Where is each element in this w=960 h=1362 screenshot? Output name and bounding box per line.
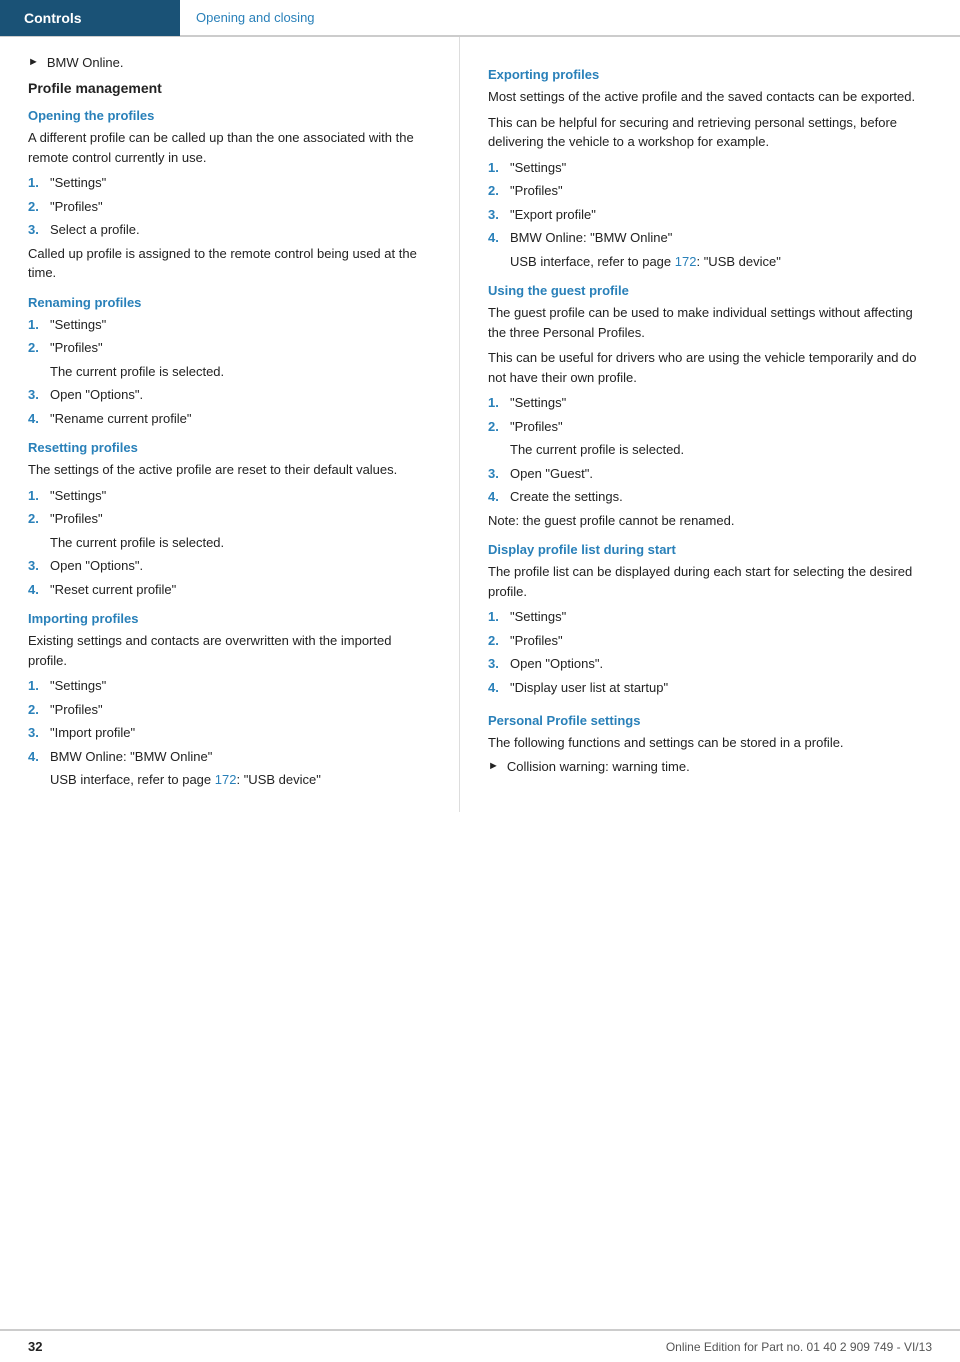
list-item: 4. "Display user list at startup" — [488, 678, 932, 698]
opening-note: Called up profile is assigned to the rem… — [28, 244, 431, 283]
guest-text2: This can be useful for drivers who are u… — [488, 348, 932, 387]
list-item: 3. Open "Options". — [28, 385, 431, 405]
exporting-usb: USB interface, refer to page 172: "USB d… — [510, 252, 932, 272]
opening-profiles-heading: Opening the profiles — [28, 108, 431, 123]
list-item: 3. Open "Options". — [28, 556, 431, 576]
list-item: 2. "Profiles" — [28, 509, 431, 529]
guest-profile-heading: Using the guest profile — [488, 283, 932, 298]
header-section-label: Opening and closing — [180, 0, 960, 36]
importing-usb: USB interface, refer to page 172: "USB d… — [50, 770, 431, 790]
exporting-steps-list: 1. "Settings" 2. "Profiles" 3. "Export p… — [488, 158, 932, 248]
footer-text: Online Edition for Part no. 01 40 2 909 … — [666, 1340, 932, 1354]
profile-management-heading: Profile management — [28, 80, 431, 96]
guest-steps-list: 1. "Settings" 2. "Profiles" — [488, 393, 932, 436]
importing-text: Existing settings and contacts are overw… — [28, 631, 431, 670]
list-item: 1. "Settings" — [28, 173, 431, 193]
list-item: 4. "Rename current profile" — [28, 409, 431, 429]
arrow-icon: ► — [28, 56, 39, 68]
list-item: 1. "Settings" — [488, 607, 932, 627]
page-footer: 32 Online Edition for Part no. 01 40 2 9… — [0, 1330, 960, 1362]
list-item: 1. "Settings" — [488, 393, 932, 413]
importing-steps-list: 1. "Settings" 2. "Profiles" 3. "Import p… — [28, 676, 431, 766]
exporting-usb-link[interactable]: 172 — [675, 254, 697, 269]
guest-note: Note: the guest profile cannot be rename… — [488, 511, 932, 531]
left-column: ► BMW Online. Profile management Opening… — [0, 37, 460, 812]
page-number: 32 — [28, 1339, 42, 1354]
collision-bullet: ► Collision warning: warning time. — [488, 759, 932, 774]
page-header: Controls Opening and closing — [0, 0, 960, 36]
exporting-text1: Most settings of the active profile and … — [488, 87, 932, 107]
arrow-icon: ► — [488, 760, 499, 772]
list-item: 3. Open "Guest". — [488, 464, 932, 484]
resetting-steps-list-2: 3. Open "Options". 4. "Reset current pro… — [28, 556, 431, 599]
list-item: 2. "Profiles" — [28, 700, 431, 720]
list-item: 3. "Export profile" — [488, 205, 932, 225]
list-item: 1. "Settings" — [28, 676, 431, 696]
list-item: 4. "Reset current profile" — [28, 580, 431, 600]
list-item: 4. BMW Online: "BMW Online" — [28, 747, 431, 767]
resetting-profiles-heading: Resetting profiles — [28, 440, 431, 455]
list-item: 3. "Import profile" — [28, 723, 431, 743]
bmw-online-text: BMW Online. — [47, 55, 124, 70]
display-heading: Display profile list during start — [488, 542, 932, 557]
list-item: 3. Open "Options". — [488, 654, 932, 674]
list-item: 2. "Profiles" — [488, 631, 932, 651]
right-column: Exporting profiles Most settings of the … — [460, 37, 960, 812]
importing-usb-link[interactable]: 172 — [215, 772, 237, 787]
exporting-text2: This can be helpful for securing and ret… — [488, 113, 932, 152]
renaming-steps-list-2: 3. Open "Options". 4. "Rename current pr… — [28, 385, 431, 428]
list-item: 2. "Profiles" — [28, 338, 431, 358]
list-item: 4. Create the settings. — [488, 487, 932, 507]
opening-steps-list: 1. "Settings" 2. "Profiles" 3. Select a … — [28, 173, 431, 240]
collision-text: Collision warning: warning time. — [507, 759, 690, 774]
importing-profiles-heading: Importing profiles — [28, 611, 431, 626]
renaming-steps-list: 1. "Settings" 2. "Profiles" — [28, 315, 431, 358]
bmw-online-bullet: ► BMW Online. — [28, 55, 431, 70]
resetting-steps-list: 1. "Settings" 2. "Profiles" — [28, 486, 431, 529]
resetting-sub-note: The current profile is selected. — [50, 533, 431, 553]
list-item: 2. "Profiles" — [28, 197, 431, 217]
renaming-sub-note: The current profile is selected. — [50, 362, 431, 382]
resetting-text: The settings of the active profile are r… — [28, 460, 431, 480]
list-item: 1. "Settings" — [488, 158, 932, 178]
guest-sub-note: The current profile is selected. — [510, 440, 932, 460]
personal-text: The following functions and settings can… — [488, 733, 932, 753]
display-steps-list: 1. "Settings" 2. "Profiles" 3. Open "Opt… — [488, 607, 932, 697]
renaming-profiles-heading: Renaming profiles — [28, 295, 431, 310]
personal-profile-heading: Personal Profile settings — [488, 713, 932, 728]
main-content: ► BMW Online. Profile management Opening… — [0, 36, 960, 812]
list-item: 3. Select a profile. — [28, 220, 431, 240]
list-item: 2. "Profiles" — [488, 181, 932, 201]
list-item: 4. BMW Online: "BMW Online" — [488, 228, 932, 248]
display-text: The profile list can be displayed during… — [488, 562, 932, 601]
list-item: 2. "Profiles" — [488, 417, 932, 437]
exporting-profiles-heading: Exporting profiles — [488, 67, 932, 82]
list-item: 1. "Settings" — [28, 486, 431, 506]
guest-steps-list-2: 3. Open "Guest". 4. Create the settings. — [488, 464, 932, 507]
header-controls-tab: Controls — [0, 0, 180, 36]
controls-label: Controls — [24, 10, 82, 26]
opening-profiles-text: A different profile can be called up tha… — [28, 128, 431, 167]
list-item: 1. "Settings" — [28, 315, 431, 335]
section-label: Opening and closing — [196, 10, 315, 25]
guest-text1: The guest profile can be used to make in… — [488, 303, 932, 342]
